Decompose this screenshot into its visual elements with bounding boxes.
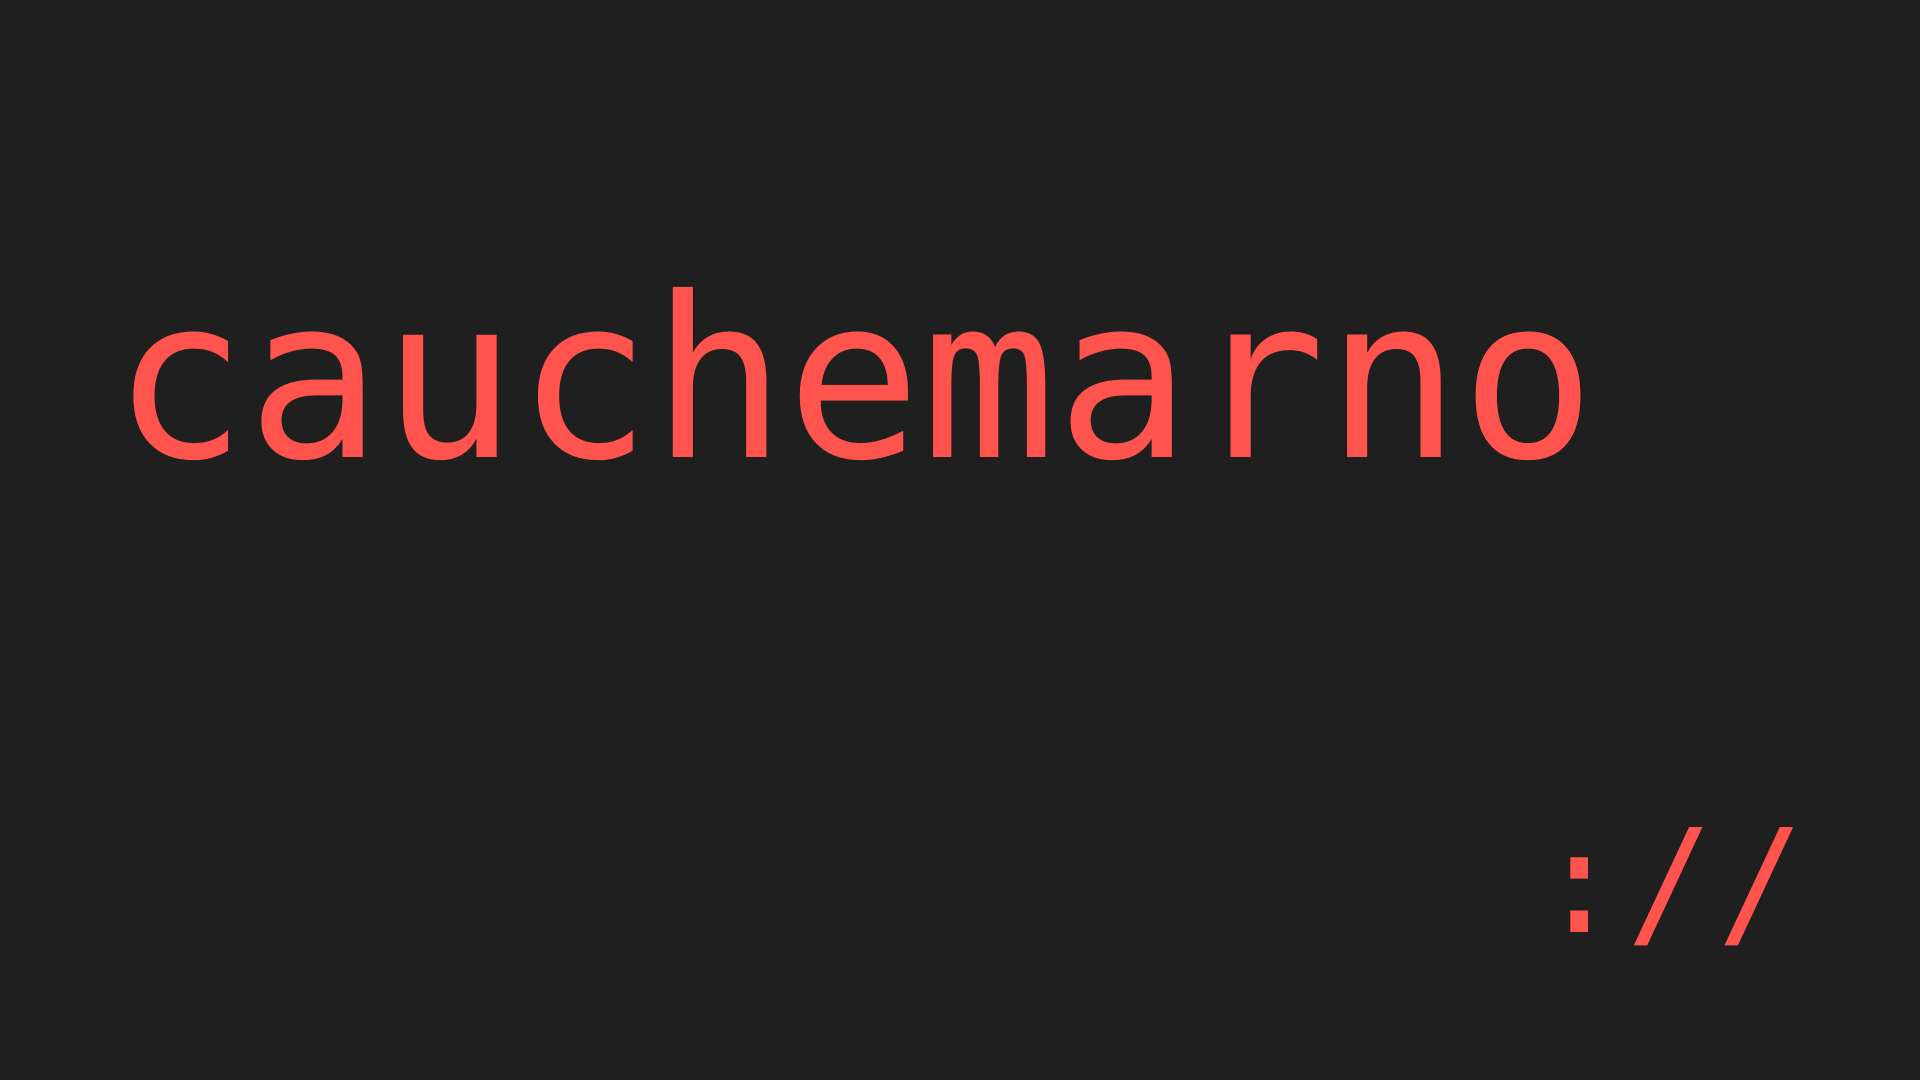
protocol-suffix: :// — [1535, 798, 1808, 966]
brand-wordmark: cauchemarno — [112, 249, 1596, 510]
splash-canvas: cauchemarno :// — [0, 0, 1920, 1080]
